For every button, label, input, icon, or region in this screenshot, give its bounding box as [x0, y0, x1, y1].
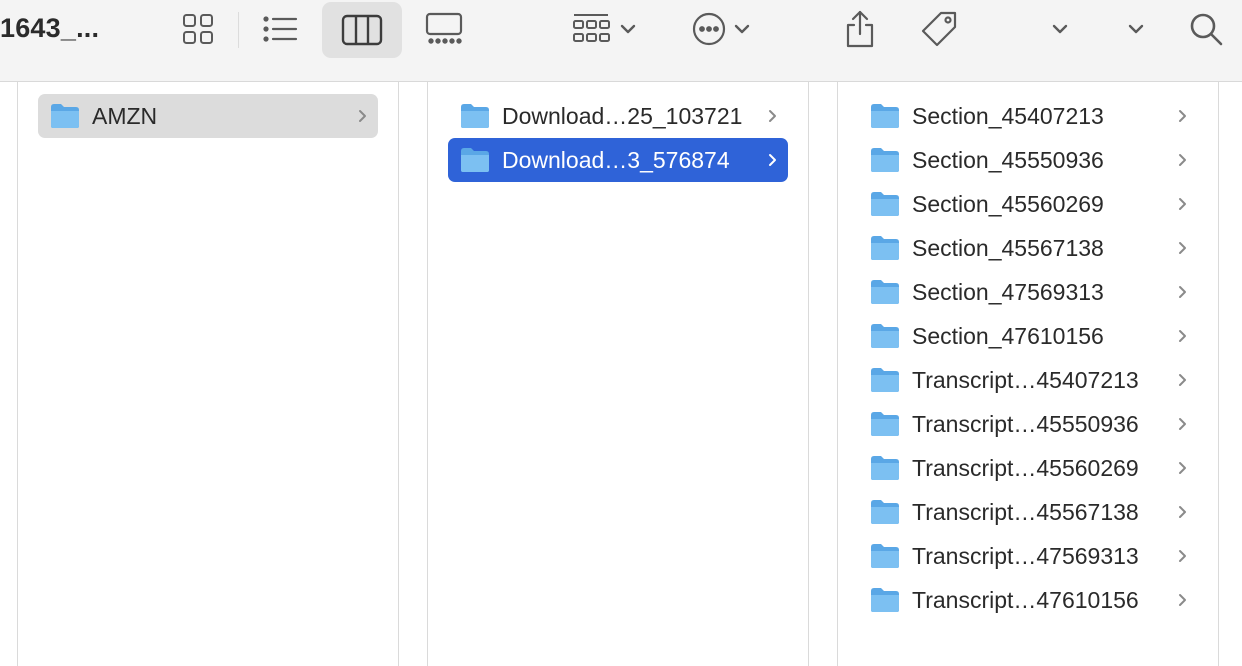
icon-view-button[interactable]	[176, 0, 220, 58]
gallery-view-icon	[425, 12, 463, 44]
list-item[interactable]: Section_45550936	[858, 138, 1198, 182]
item-label: Transcript…45560269	[912, 455, 1139, 481]
list-item[interactable]: Transcript…47610156	[858, 578, 1198, 622]
list-item[interactable]: Transcript…47569313	[858, 534, 1198, 578]
list-item[interactable]: Section_45567138	[858, 226, 1198, 270]
list-view-icon	[263, 16, 298, 42]
group-button[interactable]	[564, 0, 644, 58]
folder-icon	[871, 192, 899, 216]
chevron-right-icon	[1179, 198, 1186, 210]
folder-icon	[871, 148, 899, 172]
search-icon	[1190, 13, 1223, 46]
tag-icon	[921, 11, 957, 47]
chevron-down-icon	[620, 24, 636, 34]
column-divider[interactable]	[398, 82, 399, 666]
chevron-right-icon	[1179, 462, 1186, 474]
item-label: AMZN	[92, 103, 158, 129]
more-icon	[692, 12, 726, 46]
column-view-icon	[341, 14, 383, 46]
window-title: 1643_...	[0, 13, 100, 43]
folder-icon	[871, 236, 899, 260]
chevron-right-icon	[1179, 418, 1186, 430]
item-label: Transcript…45567138	[912, 499, 1139, 525]
chevron-right-icon	[1179, 286, 1186, 298]
item-label: Section_45550936	[912, 147, 1104, 173]
list-view-button[interactable]	[256, 0, 304, 58]
chevron-right-icon	[1179, 154, 1186, 166]
list-item[interactable]: AMZN	[38, 94, 378, 138]
chevron-right-icon	[769, 154, 776, 166]
column-divider[interactable]	[427, 82, 428, 666]
folder-icon	[871, 544, 899, 568]
column-divider[interactable]	[808, 82, 809, 666]
chevron-right-icon	[1179, 110, 1186, 122]
item-label: Transcript…47569313	[912, 543, 1139, 569]
folder-icon	[871, 280, 899, 304]
list-item[interactable]: Download…25_103721	[448, 94, 788, 138]
chevron-down-icon	[1128, 24, 1144, 34]
list-item[interactable]: Section_45407213	[858, 94, 1198, 138]
folder-icon	[461, 104, 489, 128]
item-label: Section_45567138	[912, 235, 1104, 261]
group-icon	[573, 14, 610, 42]
chevron-right-icon	[1179, 374, 1186, 386]
chevron-right-icon	[359, 110, 366, 122]
view-options-dropdown[interactable]	[1046, 0, 1074, 58]
folder-icon	[871, 456, 899, 480]
item-label: Section_47569313	[912, 279, 1104, 305]
folder-icon	[871, 104, 899, 128]
toolbar-separator	[238, 12, 239, 48]
toolbar-overflow-dropdown[interactable]	[1122, 0, 1150, 58]
list-item[interactable]: Section_47610156	[858, 314, 1198, 358]
column-view-button[interactable]	[322, 2, 402, 58]
list-item[interactable]: Transcript…45560269	[858, 446, 1198, 490]
folder-icon	[871, 500, 899, 524]
folder-icon	[51, 104, 79, 128]
search-button[interactable]	[1186, 0, 1226, 58]
list-item[interactable]: Section_47569313	[858, 270, 1198, 314]
list-item[interactable]: Transcript…45567138	[858, 490, 1198, 534]
item-label: Transcript…47610156	[912, 587, 1139, 613]
folder-icon	[871, 412, 899, 436]
chevron-down-icon	[1052, 24, 1068, 34]
folder-icon	[871, 368, 899, 392]
item-label: Section_45407213	[912, 103, 1104, 129]
chevron-right-icon	[1179, 594, 1186, 606]
tags-button[interactable]	[916, 0, 962, 58]
item-label: Section_45560269	[912, 191, 1104, 217]
folder-icon	[871, 324, 899, 348]
chevron-right-icon	[1179, 330, 1186, 342]
share-button[interactable]	[840, 0, 880, 58]
list-item[interactable]: Section_45560269	[858, 182, 1198, 226]
column-divider[interactable]	[837, 82, 838, 666]
item-label: Transcript…45550936	[912, 411, 1139, 437]
toolbar: 1643_...	[0, 0, 1242, 82]
folder-icon	[871, 588, 899, 612]
folder-icon	[461, 148, 489, 172]
item-label: Download…25_103721	[502, 103, 743, 129]
list-item[interactable]: Download…3_576874	[448, 138, 788, 182]
item-label: Section_47610156	[912, 323, 1104, 349]
chevron-down-icon	[734, 24, 750, 34]
chevron-right-icon	[1179, 506, 1186, 518]
chevron-right-icon	[1179, 242, 1186, 254]
column-divider[interactable]	[1218, 82, 1219, 666]
share-icon	[846, 10, 874, 48]
gallery-view-button[interactable]	[420, 0, 468, 58]
list-item[interactable]: Transcript…45550936	[858, 402, 1198, 446]
list-item[interactable]: Transcript…45407213	[858, 358, 1198, 402]
icon-view-icon	[183, 14, 213, 44]
chevron-right-icon	[769, 110, 776, 122]
more-actions-button[interactable]	[684, 0, 758, 58]
column-divider[interactable]	[17, 82, 18, 666]
item-label: Transcript…45407213	[912, 367, 1139, 393]
chevron-right-icon	[1179, 550, 1186, 562]
item-label: Download…3_576874	[502, 147, 730, 173]
